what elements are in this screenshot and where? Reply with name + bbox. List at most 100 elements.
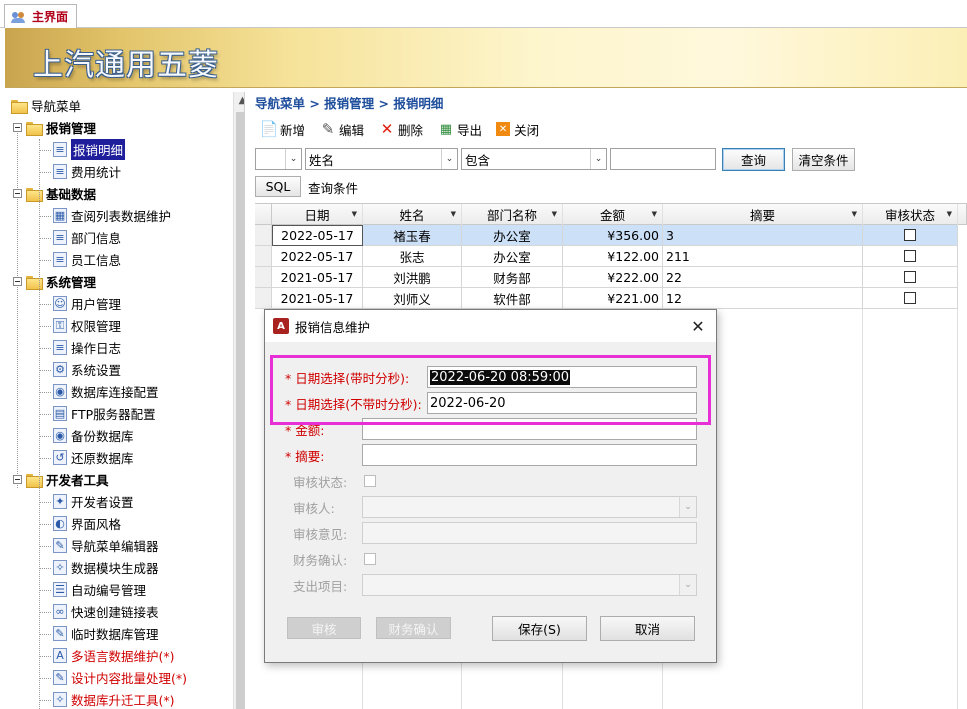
audit-status-checkbox[interactable] (364, 475, 376, 487)
nav-item-17[interactable]: ✦ 开发者设置 (53, 491, 134, 512)
bracket-select[interactable]: ⌄ (255, 148, 302, 170)
cell-dept[interactable]: 办公室 (462, 225, 563, 246)
nav-item-8[interactable]: ☺ 用户管理 (53, 293, 121, 314)
date-input[interactable]: 2022-06-20 (427, 392, 697, 414)
scroll-up-arrow-icon[interactable]: ▲ (234, 92, 244, 109)
cell-name[interactable]: 刘师义 (363, 288, 462, 309)
column-header-0[interactable]: 日期 ▼ (272, 204, 363, 225)
cell-date[interactable]: 2022-05-17 (272, 246, 363, 267)
nav-item-6[interactable]: ≡ 员工信息 (53, 249, 121, 270)
column-header-3[interactable]: 金额 ▼ (563, 204, 663, 225)
nav-group-0[interactable]: 报销管理 (13, 117, 96, 138)
filter-value-input[interactable] (610, 148, 716, 170)
new-button[interactable]: 📄 新增 (260, 118, 305, 140)
collapse-toggle-icon[interactable] (13, 277, 22, 286)
cell-amount[interactable]: ¥222.00 (563, 267, 663, 288)
audit-opinion-input[interactable] (362, 522, 697, 544)
nav-item-14[interactable]: ◉ 备份数据库 (53, 425, 134, 446)
cell-summary[interactable]: 22 (663, 267, 863, 288)
nav-item-11[interactable]: ⚙ 系统设置 (53, 359, 121, 380)
nav-item-5[interactable]: ≡ 部门信息 (53, 227, 121, 248)
nav-item-22[interactable]: ∞ 快速创建链接表 (53, 601, 159, 622)
save-button[interactable]: 保存(S) (492, 616, 587, 641)
cell-amount[interactable]: ¥221.00 (563, 288, 663, 309)
cell-audit-status[interactable] (863, 288, 958, 309)
nav-item-23[interactable]: ✎ 临时数据库管理 (53, 623, 159, 644)
table-row[interactable]: 2022-05-17 张志 办公室 ¥122.00 211 (255, 246, 967, 267)
nav-item-18[interactable]: ◐ 界面风格 (53, 513, 121, 534)
cell-amount[interactable]: ¥122.00 (563, 246, 663, 267)
nav-item-21[interactable]: ☰ 自动编号管理 (53, 579, 146, 600)
sort-dropdown-icon[interactable]: ▼ (451, 210, 456, 218)
dialog-close-icon[interactable]: ✕ (688, 316, 708, 336)
clear-conditions-button[interactable]: 清空条件 (792, 148, 855, 171)
cell-summary[interactable]: 211 (663, 246, 863, 267)
nav-item-12[interactable]: ◉ 数据库连接配置 (53, 381, 159, 402)
datetime-input[interactable]: 2022-06-20 08:59:00 (427, 366, 697, 388)
amount-input[interactable] (362, 418, 697, 440)
nav-item-25[interactable]: ✎ 设计内容批量处理(*) (53, 667, 187, 688)
audit-status-checkbox[interactable] (904, 292, 916, 304)
nav-group-3[interactable]: 基础数据 (13, 183, 96, 204)
column-header-2[interactable]: 部门名称 ▼ (462, 204, 563, 225)
nav-item-15[interactable]: ↺ 还原数据库 (53, 447, 134, 468)
nav-item-1[interactable]: ≡ 报销明细 (53, 139, 126, 160)
sort-dropdown-icon[interactable]: ▼ (652, 210, 657, 218)
audit-status-checkbox[interactable] (904, 250, 916, 262)
collapse-toggle-icon[interactable] (13, 475, 22, 484)
column-header-4[interactable]: 摘要 ▼ (663, 204, 863, 225)
table-row[interactable]: 2021-05-17 刘洪鹏 财务部 ¥222.00 22 (255, 267, 967, 288)
sort-dropdown-icon[interactable]: ▼ (852, 210, 857, 218)
finance-confirm-checkbox[interactable] (364, 553, 376, 565)
nav-scrollbar-thumb[interactable] (236, 112, 244, 709)
nav-root[interactable]: 导航菜单 (11, 95, 81, 116)
summary-input[interactable] (362, 444, 697, 466)
cell-dept[interactable]: 财务部 (462, 267, 563, 288)
audit-status-checkbox[interactable] (904, 271, 916, 283)
query-button[interactable]: 查询 (722, 148, 785, 171)
export-button[interactable]: ▦ 导出 (437, 118, 482, 140)
cell-amount[interactable]: ¥356.00 (563, 225, 663, 246)
nav-item-19[interactable]: ✎ 导航菜单编辑器 (53, 535, 159, 556)
row-selector[interactable] (255, 225, 272, 246)
audit-button[interactable]: 审核 (287, 617, 361, 639)
grid-corner[interactable] (255, 204, 272, 225)
cell-audit-status[interactable] (863, 246, 958, 267)
row-selector[interactable] (255, 267, 272, 288)
auditor-select[interactable]: ⌄ (362, 496, 697, 518)
nav-group-16[interactable]: 开发者工具 (13, 469, 109, 490)
operator-select[interactable]: 包含 ⌄ (461, 148, 607, 170)
nav-item-24[interactable]: A 多语言数据维护(*) (53, 645, 175, 666)
collapse-toggle-icon[interactable] (13, 123, 22, 132)
audit-status-checkbox[interactable] (904, 229, 916, 241)
cell-name[interactable]: 刘洪鹏 (363, 267, 462, 288)
field-select[interactable]: 姓名 ⌄ (305, 148, 458, 170)
sort-dropdown-icon[interactable]: ▼ (947, 210, 952, 218)
cell-name[interactable]: 褚玉春 (363, 225, 462, 246)
nav-scrollbar[interactable]: ▲ (233, 92, 244, 709)
nav-item-13[interactable]: ▤ FTP服务器配置 (53, 403, 156, 424)
cell-date[interactable]: 2021-05-17 (272, 267, 363, 288)
cell-dept[interactable]: 办公室 (462, 246, 563, 267)
nav-item-9[interactable]: ⚿ 权限管理 (53, 315, 121, 336)
cell-dept[interactable]: 软件部 (462, 288, 563, 309)
sort-dropdown-icon[interactable]: ▼ (352, 210, 357, 218)
nav-item-20[interactable]: ✧ 数据模块生成器 (53, 557, 159, 578)
sql-button[interactable]: SQL (255, 176, 301, 197)
cell-name[interactable]: 张志 (363, 246, 462, 267)
nav-item-26[interactable]: ✧ 数据库升迁工具(*) (53, 689, 175, 709)
delete-button[interactable]: ✕ 删除 (378, 118, 423, 140)
cell-audit-status[interactable] (863, 225, 958, 246)
close-button[interactable]: ✕ 关闭 (496, 118, 539, 140)
cell-date[interactable]: 2021-05-17 (272, 288, 363, 309)
nav-item-2[interactable]: ≡ 费用统计 (53, 161, 121, 182)
row-selector[interactable] (255, 288, 272, 309)
nav-item-10[interactable]: ≡ 操作日志 (53, 337, 121, 358)
nav-item-4[interactable]: ▦ 查阅列表数据维护 (53, 205, 171, 226)
cell-summary[interactable]: 3 (663, 225, 863, 246)
nav-group-7[interactable]: 系统管理 (13, 271, 96, 292)
table-row[interactable]: 2021-05-17 刘师义 软件部 ¥221.00 12 (255, 288, 967, 309)
cell-date[interactable]: 2022-05-17 (272, 225, 363, 246)
row-selector[interactable] (255, 246, 272, 267)
finance-confirm-button[interactable]: 财务确认 (376, 617, 451, 639)
